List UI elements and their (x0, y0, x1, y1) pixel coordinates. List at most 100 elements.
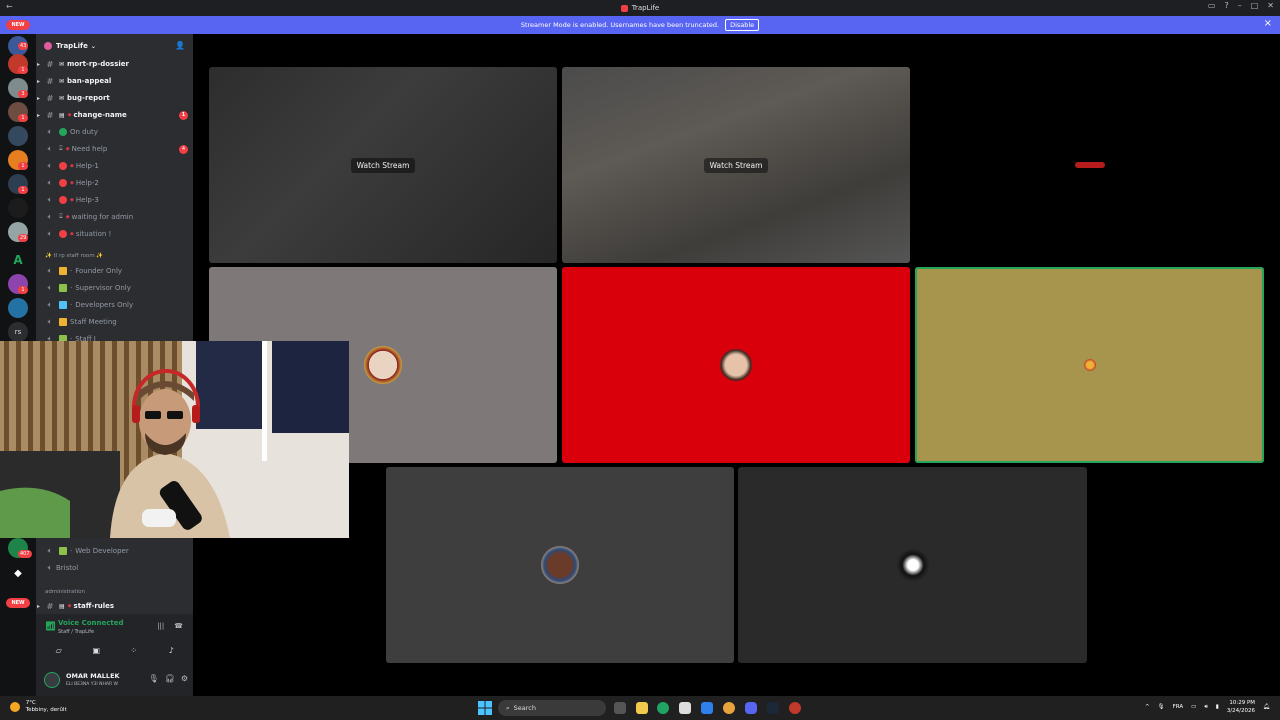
diamond-icon: ◆ (70, 197, 74, 203)
activities-button[interactable]: ⁘ (119, 642, 149, 658)
avatar (361, 343, 405, 387)
channel-item[interactable]: ▸ # ✉ mort-rp-dossier (37, 56, 192, 72)
voice-channel-item[interactable]: 🔈︎ ◆ Help-3 (44, 192, 192, 208)
dot-separator: · (70, 267, 73, 275)
game-app-icon[interactable] (789, 702, 801, 714)
search-label: Search (513, 704, 536, 712)
volume-icon[interactable]: 🔊︎ (1204, 704, 1207, 711)
share-screen-button[interactable]: ▣ (81, 642, 111, 658)
soundboard-button[interactable]: ♪ (156, 642, 186, 658)
voice-location[interactable]: Staff / TrapLife (58, 629, 94, 635)
participant-tile[interactable] (562, 267, 910, 463)
edge-icon[interactable] (657, 702, 669, 714)
channel-label: Help-3 (75, 196, 99, 204)
language-indicator[interactable]: FRA (1173, 704, 1184, 710)
guild-header[interactable]: TrapLife ⌄ 👤 (36, 34, 193, 58)
diamond-server-icon[interactable]: ◆ (8, 564, 28, 584)
inbox-icon[interactable]: ▭ (1208, 1, 1216, 10)
steam-icon[interactable] (767, 702, 779, 714)
crown-icon (59, 267, 67, 275)
chrome-icon[interactable] (723, 702, 735, 714)
close-icon[interactable]: ✕ (1267, 1, 1274, 10)
server-icon[interactable] (8, 126, 28, 146)
app-logo-icon (620, 4, 628, 12)
gear-icon[interactable]: ⚙ (181, 674, 188, 683)
stream-tile[interactable]: Watch Stream (209, 67, 557, 263)
voice-channel-item[interactable]: 🔈︎ ◆ situation ! (44, 226, 192, 242)
participant-tile-speaking[interactable] (915, 267, 1264, 463)
back-arrow-icon[interactable]: ← (6, 2, 13, 11)
weather-icon (10, 702, 20, 712)
diamond-icon: ◆ (65, 214, 70, 220)
weather-widget[interactable]: 7°C Tebbiny, derûlt (10, 700, 67, 714)
server-icon[interactable] (8, 198, 28, 218)
speaker-icon: 🔈︎ (47, 229, 53, 238)
microphone-icon[interactable]: 🎙︎ (1158, 704, 1165, 710)
channel-item[interactable]: ▸ # ✉ bug-report (37, 90, 192, 106)
server-icon-a[interactable]: A (8, 250, 28, 270)
invite-people-icon[interactable]: 👤 (175, 41, 185, 50)
category-header[interactable]: administration (45, 589, 85, 595)
category-header[interactable]: ✨ tl rp staff room ✨ (45, 253, 103, 259)
disable-button[interactable]: Disable (725, 19, 760, 31)
banner-close-icon[interactable]: × (1264, 18, 1272, 29)
voice-channel-item[interactable]: 🔈︎ · Web Developer (44, 543, 192, 559)
doc-icon: ▤ (59, 111, 65, 119)
weather-desc: Tebbiny, derûlt (25, 707, 67, 713)
voice-channel-item[interactable]: 🔈︎ ◆ Help-2 (44, 175, 192, 191)
dot-separator: · (70, 284, 73, 292)
username[interactable]: OMAR MALLEK (66, 672, 120, 680)
camera-off-button[interactable]: ▱ (44, 642, 74, 658)
windows-start-icon[interactable] (478, 701, 492, 715)
minimize-icon[interactable]: – (1238, 1, 1242, 10)
channel-label: Help-1 (75, 162, 99, 170)
shield-icon (59, 547, 67, 555)
chevron-up-icon[interactable]: ^ (1145, 704, 1150, 710)
disconnect-icon[interactable]: ☎ (174, 622, 183, 630)
participant-tile[interactable] (738, 467, 1087, 663)
caret-icon: ▸ (37, 602, 41, 610)
participant-tile[interactable] (386, 467, 734, 663)
voice-status[interactable]: Voice Connected (58, 619, 124, 627)
help-icon[interactable]: ? (1224, 1, 1228, 10)
voice-channel-item[interactable]: 🔈︎ ⌛︎ ◆ waiting for admin (44, 209, 192, 225)
monitor-icon[interactable]: ▭ (1191, 704, 1196, 710)
store-icon[interactable] (679, 702, 691, 714)
mention-badge: 29 (18, 234, 29, 242)
hash-icon: # (46, 59, 54, 69)
server-icon[interactable] (8, 298, 28, 318)
voice-channel-item[interactable]: 🔈︎ On duty (44, 124, 192, 140)
server-icon-rs[interactable]: rs (8, 322, 28, 342)
discord-icon[interactable] (745, 702, 757, 714)
voice-channel-item[interactable]: 🔈︎ · Founder Only (44, 263, 192, 279)
noise-suppression-icon[interactable]: ||| (157, 622, 164, 630)
microphone-icon[interactable]: 🎙︎ (149, 674, 159, 683)
notifications-icon[interactable]: 🔔︎ (1263, 704, 1270, 710)
voice-channel-item[interactable]: 🔈︎ · Supervisor Only (44, 280, 192, 296)
voice-channel-item[interactable]: 🔈︎ Bristol (44, 560, 192, 576)
avatar (538, 543, 582, 587)
avatar[interactable] (44, 672, 60, 688)
clock[interactable]: 10:29 PM 3/24/2026 (1227, 699, 1255, 715)
channel-item[interactable]: ▸ # ▤ ◆ change-name 1 (37, 107, 192, 123)
voice-channel-item[interactable]: 🔈︎ ⌛︎ ◆ Need help 4 (44, 141, 192, 157)
mail-app-icon[interactable] (701, 702, 713, 714)
participant-tile[interactable] (915, 67, 1264, 263)
channel-item[interactable]: ▸ # ▤ ◆ staff-rules (37, 598, 192, 614)
voice-panel: 📶︎ Voice Connected Staff / TrapLife ||| … (36, 614, 193, 696)
channel-item[interactable]: ▸ # ✉ ban-appeal (37, 73, 192, 89)
maximize-icon[interactable]: □ (1251, 1, 1259, 10)
voice-channel-item[interactable]: 🔈︎ · Developers Only (44, 297, 192, 313)
voice-channel-item[interactable]: 🔈︎ Staff Meeting (44, 314, 192, 330)
task-view-icon[interactable] (614, 702, 626, 714)
taskbar-search[interactable]: ⌕ Search (498, 700, 606, 716)
stream-tile[interactable]: Watch Stream (562, 67, 910, 263)
clock-date: 3/24/2026 (1226, 708, 1256, 714)
headphones-icon[interactable]: 🎧︎ (165, 674, 175, 683)
signal-icon[interactable]: 📶︎ (45, 622, 56, 632)
watch-stream-button[interactable]: Watch Stream (350, 157, 416, 173)
voice-channel-item[interactable]: 🔈︎ ◆ Help-1 (44, 158, 192, 174)
watch-stream-button[interactable]: Watch Stream (703, 157, 769, 173)
battery-icon[interactable]: ▮ (1216, 704, 1219, 710)
file-explorer-icon[interactable] (636, 702, 648, 714)
